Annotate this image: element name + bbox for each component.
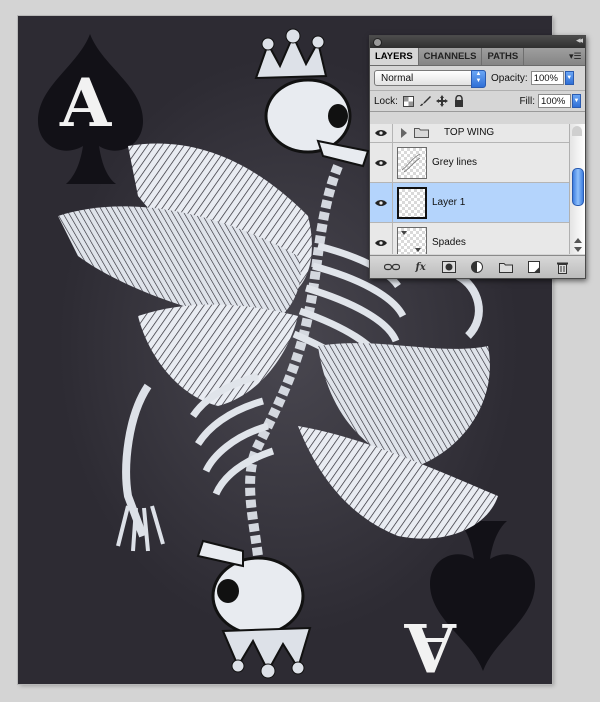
layer-row[interactable]: Grey lines bbox=[370, 143, 569, 183]
layer-row-group[interactable]: TOP WING bbox=[370, 124, 569, 143]
lock-transparent-icon[interactable] bbox=[402, 95, 415, 108]
layer-name: Layer 1 bbox=[432, 197, 466, 208]
layers-scrollbar[interactable] bbox=[569, 124, 585, 254]
visibility-eye-icon[interactable] bbox=[370, 124, 393, 142]
tab-paths[interactable]: PATHS bbox=[482, 48, 525, 65]
add-mask-icon[interactable] bbox=[441, 260, 457, 274]
adjustment-layer-icon[interactable] bbox=[469, 260, 485, 274]
scrollbar-thumb[interactable] bbox=[572, 168, 584, 206]
fill-label: Fill: bbox=[519, 95, 535, 107]
layer-row[interactable]: Spades bbox=[370, 223, 569, 254]
lock-all-padlock-icon[interactable] bbox=[453, 95, 466, 108]
rank-letter-bottom: A bbox=[404, 608, 457, 684]
blend-mode-value: Normal bbox=[381, 73, 414, 84]
new-layer-icon[interactable] bbox=[526, 260, 542, 274]
opacity-dropdown-icon[interactable]: ▼ bbox=[564, 71, 574, 85]
lock-image-brush-icon[interactable] bbox=[419, 95, 432, 108]
delete-layer-trash-icon[interactable] bbox=[555, 260, 571, 274]
layer-name: Grey lines bbox=[432, 157, 478, 168]
layer-row-selected[interactable]: Layer 1 bbox=[370, 183, 569, 223]
layer-name: Spades bbox=[432, 237, 466, 248]
scrollbar-cap bbox=[572, 126, 582, 136]
layer-style-fx-icon[interactable]: fx bbox=[413, 260, 429, 274]
opacity-label: Opacity: bbox=[491, 72, 528, 84]
collapse-icon[interactable]: ◂◂ bbox=[576, 35, 583, 46]
new-group-folder-icon[interactable] bbox=[498, 260, 514, 274]
layer-thumbnail bbox=[397, 187, 427, 219]
opacity-field[interactable]: 100% bbox=[530, 71, 564, 85]
select-arrows-icon: ▲ ▼ bbox=[471, 70, 486, 88]
fill-field[interactable]: 100% bbox=[538, 94, 571, 108]
scroll-up-arrow-icon[interactable] bbox=[574, 238, 582, 243]
visibility-eye-icon[interactable] bbox=[370, 143, 393, 182]
tab-layers[interactable]: LAYERS bbox=[370, 48, 419, 65]
layers-list: TOP WING Grey lines Layer 1 Spades bbox=[370, 124, 569, 254]
crown-icon-top bbox=[254, 28, 328, 80]
visibility-eye-icon[interactable] bbox=[370, 183, 393, 222]
panel-menu-icon[interactable]: ▾☰ bbox=[569, 51, 582, 61]
fill-dropdown-icon[interactable]: ▼ bbox=[572, 94, 581, 108]
rank-letter-top: A bbox=[59, 64, 112, 142]
close-icon[interactable] bbox=[373, 38, 382, 47]
lock-fill-row: Lock: Fill: 100% ▼ bbox=[370, 91, 585, 112]
layer-thumbnail bbox=[397, 147, 427, 179]
lock-label: Lock: bbox=[374, 95, 398, 107]
visibility-eye-icon[interactable] bbox=[370, 223, 393, 254]
layer-thumbnail bbox=[397, 227, 427, 254]
panel-tabs: LAYERS CHANNELS PATHS ▾☰ bbox=[370, 48, 585, 66]
layer-name: TOP WING bbox=[444, 127, 495, 138]
lock-position-move-icon[interactable] bbox=[436, 95, 449, 108]
scroll-down-arrow-icon[interactable] bbox=[574, 247, 582, 252]
blend-mode-select[interactable]: Normal ▲ ▼ bbox=[374, 70, 486, 88]
folder-icon bbox=[414, 127, 429, 141]
layers-panel: ◂◂ LAYERS CHANNELS PATHS ▾☰ Normal ▲ ▼ Op… bbox=[369, 35, 586, 279]
blend-opacity-row: Normal ▲ ▼ Opacity: 100% ▼ bbox=[370, 66, 585, 91]
link-layers-icon[interactable] bbox=[384, 260, 401, 274]
crown-icon-bottom bbox=[221, 626, 312, 679]
expand-triangle-icon[interactable] bbox=[401, 128, 407, 138]
panel-titlebar[interactable]: ◂◂ bbox=[370, 35, 585, 48]
tab-channels[interactable]: CHANNELS bbox=[419, 48, 483, 65]
panel-bottom-toolbar: fx bbox=[370, 255, 585, 278]
